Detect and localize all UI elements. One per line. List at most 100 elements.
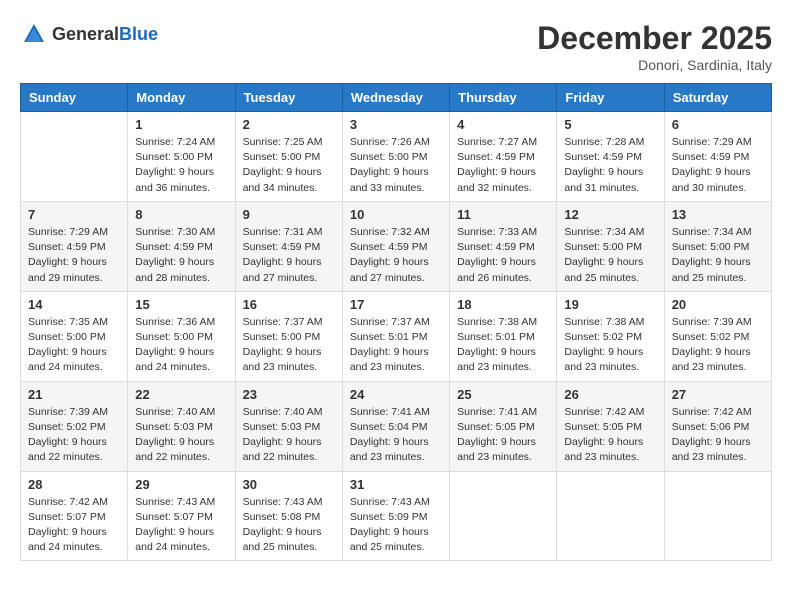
day-info: Sunrise: 7:42 AM Sunset: 5:06 PM Dayligh… xyxy=(672,405,764,466)
day-number: 2 xyxy=(243,117,335,132)
day-cell: 13Sunrise: 7:34 AM Sunset: 5:00 PM Dayli… xyxy=(664,201,771,291)
day-info: Sunrise: 7:34 AM Sunset: 5:00 PM Dayligh… xyxy=(564,225,656,286)
day-cell: 9 Sunrise: 7:31 AM Sunset: 4:59 PM Daylig… xyxy=(235,201,342,291)
week-row-2: 7 Sunrise: 7:29 AM Sunset: 4:59 PM Daylig… xyxy=(21,201,772,291)
day-cell: 6 Sunrise: 7:29 AM Sunset: 4:59 PM Daylig… xyxy=(664,112,771,202)
location: Donori, Sardinia, Italy xyxy=(537,57,772,73)
day-info: Sunrise: 7:28 AM Sunset: 4:59 PM Dayligh… xyxy=(564,135,656,196)
day-cell: 5 Sunrise: 7:28 AM Sunset: 4:59 PM Daylig… xyxy=(557,112,664,202)
month-title: December 2025 xyxy=(537,20,772,57)
week-row-1: 1 Sunrise: 7:24 AM Sunset: 5:00 PM Daylig… xyxy=(21,112,772,202)
day-cell: 31Sunrise: 7:43 AM Sunset: 5:09 PM Dayli… xyxy=(342,471,449,561)
weekday-monday: Monday xyxy=(128,84,235,112)
weekday-header-row: SundayMondayTuesdayWednesdayThursdayFrid… xyxy=(21,84,772,112)
day-number: 4 xyxy=(457,117,549,132)
day-number: 27 xyxy=(672,387,764,402)
day-cell: 23Sunrise: 7:40 AM Sunset: 5:03 PM Dayli… xyxy=(235,381,342,471)
day-number: 12 xyxy=(564,207,656,222)
day-number: 14 xyxy=(28,297,120,312)
day-info: Sunrise: 7:26 AM Sunset: 5:00 PM Dayligh… xyxy=(350,135,442,196)
day-info: Sunrise: 7:43 AM Sunset: 5:08 PM Dayligh… xyxy=(243,495,335,556)
day-info: Sunrise: 7:39 AM Sunset: 5:02 PM Dayligh… xyxy=(672,315,764,376)
day-cell xyxy=(557,471,664,561)
day-number: 25 xyxy=(457,387,549,402)
weekday-sunday: Sunday xyxy=(21,84,128,112)
day-cell: 19 Sunrise: 7:38 AM Sunset: 5:02 PM Dayli… xyxy=(557,291,664,381)
day-cell: 8Sunrise: 7:30 AM Sunset: 4:59 PM Daylig… xyxy=(128,201,235,291)
weekday-saturday: Saturday xyxy=(664,84,771,112)
day-info: Sunrise: 7:41 AM Sunset: 5:04 PM Dayligh… xyxy=(350,405,442,466)
day-number: 19 xyxy=(564,297,656,312)
day-cell: 11 Sunrise: 7:33 AM Sunset: 4:59 PM Dayli… xyxy=(450,201,557,291)
day-info: Sunrise: 7:30 AM Sunset: 4:59 PM Dayligh… xyxy=(135,225,227,286)
day-cell: 10 Sunrise: 7:32 AM Sunset: 4:59 PM Dayli… xyxy=(342,201,449,291)
day-cell: 12 Sunrise: 7:34 AM Sunset: 5:00 PM Dayli… xyxy=(557,201,664,291)
day-cell: 14 Sunrise: 7:35 AM Sunset: 5:00 PM Dayli… xyxy=(21,291,128,381)
day-number: 7 xyxy=(28,207,120,222)
day-info: Sunrise: 7:32 AM Sunset: 4:59 PM Dayligh… xyxy=(350,225,442,286)
day-info: Sunrise: 7:38 AM Sunset: 5:02 PM Dayligh… xyxy=(564,315,656,376)
day-number: 28 xyxy=(28,477,120,492)
day-cell: 21Sunrise: 7:39 AM Sunset: 5:02 PM Dayli… xyxy=(21,381,128,471)
day-number: 20 xyxy=(672,297,764,312)
day-number: 30 xyxy=(243,477,335,492)
day-number: 24 xyxy=(350,387,442,402)
day-info: Sunrise: 7:42 AM Sunset: 5:07 PM Dayligh… xyxy=(28,495,120,556)
day-info: Sunrise: 7:25 AM Sunset: 5:00 PM Dayligh… xyxy=(243,135,335,196)
day-info: Sunrise: 7:31 AM Sunset: 4:59 PM Dayligh… xyxy=(243,225,335,286)
day-number: 23 xyxy=(243,387,335,402)
weekday-thursday: Thursday xyxy=(450,84,557,112)
day-cell: 29Sunrise: 7:43 AM Sunset: 5:07 PM Dayli… xyxy=(128,471,235,561)
day-number: 22 xyxy=(135,387,227,402)
weekday-tuesday: Tuesday xyxy=(235,84,342,112)
day-info: Sunrise: 7:35 AM Sunset: 5:00 PM Dayligh… xyxy=(28,315,120,376)
day-number: 15 xyxy=(135,297,227,312)
day-info: Sunrise: 7:34 AM Sunset: 5:00 PM Dayligh… xyxy=(672,225,764,286)
day-cell xyxy=(450,471,557,561)
day-cell: 15 Sunrise: 7:36 AM Sunset: 5:00 PM Dayli… xyxy=(128,291,235,381)
weekday-wednesday: Wednesday xyxy=(342,84,449,112)
logo-icon xyxy=(20,20,48,48)
day-number: 10 xyxy=(350,207,442,222)
day-info: Sunrise: 7:40 AM Sunset: 5:03 PM Dayligh… xyxy=(135,405,227,466)
day-info: Sunrise: 7:33 AM Sunset: 4:59 PM Dayligh… xyxy=(457,225,549,286)
day-cell: 1 Sunrise: 7:24 AM Sunset: 5:00 PM Daylig… xyxy=(128,112,235,202)
day-number: 26 xyxy=(564,387,656,402)
day-number: 11 xyxy=(457,207,549,222)
logo-general: General xyxy=(52,24,119,44)
day-info: Sunrise: 7:43 AM Sunset: 5:07 PM Dayligh… xyxy=(135,495,227,556)
day-number: 21 xyxy=(28,387,120,402)
day-number: 1 xyxy=(135,117,227,132)
day-info: Sunrise: 7:37 AM Sunset: 5:01 PM Dayligh… xyxy=(350,315,442,376)
day-number: 18 xyxy=(457,297,549,312)
day-cell: 25 Sunrise: 7:41 AM Sunset: 5:05 PM Dayli… xyxy=(450,381,557,471)
logo: GeneralBlue xyxy=(20,20,158,48)
day-cell: 3 Sunrise: 7:26 AM Sunset: 5:00 PM Daylig… xyxy=(342,112,449,202)
day-info: Sunrise: 7:29 AM Sunset: 4:59 PM Dayligh… xyxy=(672,135,764,196)
day-cell: 28 Sunrise: 7:42 AM Sunset: 5:07 PM Dayli… xyxy=(21,471,128,561)
day-cell: 24 Sunrise: 7:41 AM Sunset: 5:04 PM Dayli… xyxy=(342,381,449,471)
day-info: Sunrise: 7:36 AM Sunset: 5:00 PM Dayligh… xyxy=(135,315,227,376)
day-cell: 4 Sunrise: 7:27 AM Sunset: 4:59 PM Daylig… xyxy=(450,112,557,202)
logo-blue: Blue xyxy=(119,24,158,44)
day-info: Sunrise: 7:41 AM Sunset: 5:05 PM Dayligh… xyxy=(457,405,549,466)
day-info: Sunrise: 7:38 AM Sunset: 5:01 PM Dayligh… xyxy=(457,315,549,376)
day-number: 3 xyxy=(350,117,442,132)
day-info: Sunrise: 7:29 AM Sunset: 4:59 PM Dayligh… xyxy=(28,225,120,286)
day-number: 9 xyxy=(243,207,335,222)
page-header: GeneralBlue December 2025 Donori, Sardin… xyxy=(20,20,772,73)
day-cell: 20 Sunrise: 7:39 AM Sunset: 5:02 PM Dayli… xyxy=(664,291,771,381)
day-cell: 2 Sunrise: 7:25 AM Sunset: 5:00 PM Daylig… xyxy=(235,112,342,202)
day-cell: 27 Sunrise: 7:42 AM Sunset: 5:06 PM Dayli… xyxy=(664,381,771,471)
day-number: 5 xyxy=(564,117,656,132)
day-info: Sunrise: 7:27 AM Sunset: 4:59 PM Dayligh… xyxy=(457,135,549,196)
day-info: Sunrise: 7:37 AM Sunset: 5:00 PM Dayligh… xyxy=(243,315,335,376)
day-number: 17 xyxy=(350,297,442,312)
title-block: December 2025 Donori, Sardinia, Italy xyxy=(537,20,772,73)
day-number: 6 xyxy=(672,117,764,132)
day-info: Sunrise: 7:42 AM Sunset: 5:05 PM Dayligh… xyxy=(564,405,656,466)
day-info: Sunrise: 7:24 AM Sunset: 5:00 PM Dayligh… xyxy=(135,135,227,196)
day-cell: 16Sunrise: 7:37 AM Sunset: 5:00 PM Dayli… xyxy=(235,291,342,381)
week-row-5: 28 Sunrise: 7:42 AM Sunset: 5:07 PM Dayli… xyxy=(21,471,772,561)
day-cell xyxy=(21,112,128,202)
